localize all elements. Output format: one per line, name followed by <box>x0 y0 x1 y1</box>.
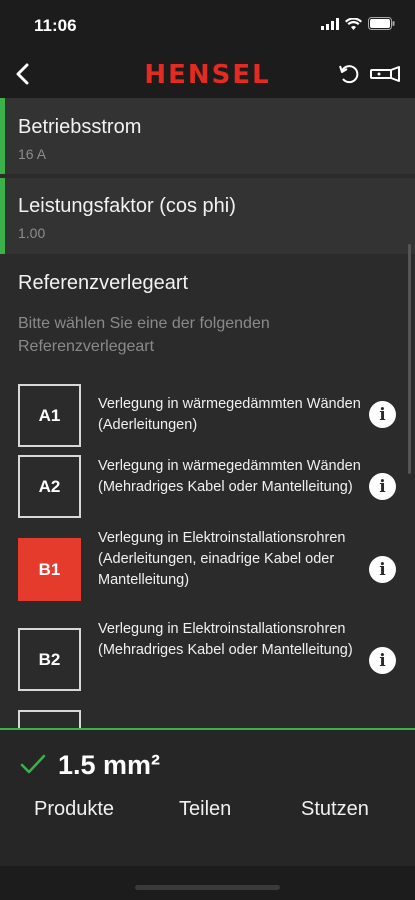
flashlight-icon <box>370 66 400 82</box>
info-button[interactable]: i <box>369 473 396 500</box>
option-code-box-selected[interactable]: B1 <box>18 538 81 601</box>
supports-button[interactable]: Stutzen <box>301 798 369 821</box>
option-description: Verlegung in wärmegedämmten Wänden (Ader… <box>98 396 361 433</box>
option-code-box-partial[interactable] <box>18 710 81 730</box>
wifi-icon <box>345 17 362 35</box>
param-label: Betriebsstrom <box>18 116 142 138</box>
info-icon: i <box>379 650 386 671</box>
option-description: Verlegung in Elektroinstallationsrohren … <box>98 530 346 588</box>
param-label: Leistungsfaktor (cos phi) <box>18 195 236 217</box>
option-b2[interactable]: B2 Verlegung in Elektroinstallationsrohr… <box>0 620 415 710</box>
option-description: Verlegung in wärmegedämmten Wänden (Mehr… <box>98 458 361 495</box>
option-code-box[interactable]: A1 <box>18 384 81 447</box>
active-indicator <box>0 98 5 174</box>
result-panel: 1.5 mm² Produkte Teilen Stutzen <box>0 728 415 868</box>
option-code-box[interactable]: A2 <box>18 455 81 518</box>
param-operating-current[interactable]: Betriebsstrom 16 A <box>0 98 415 174</box>
option-description: Verlegung in Elektroinstallationsrohren … <box>98 621 353 658</box>
info-icon: i <box>379 559 386 580</box>
share-button[interactable]: Teilen <box>179 798 231 821</box>
reset-icon <box>339 65 359 84</box>
signal-icon <box>321 17 339 35</box>
param-value: 16 A <box>18 146 47 162</box>
option-b1[interactable]: B1 Verlegung in Elektroinstallationsrohr… <box>0 530 415 620</box>
status-icons <box>321 17 395 35</box>
param-value: 1.00 <box>18 225 46 241</box>
status-bar: 11:06 <box>0 0 415 50</box>
info-button[interactable]: i <box>369 647 396 674</box>
param-power-factor[interactable]: Leistungsfaktor (cos phi) 1.00 <box>0 178 415 254</box>
info-button[interactable]: i <box>369 401 396 428</box>
result-cross-section: 1.5 mm² <box>58 750 161 780</box>
reset-button[interactable] <box>335 60 363 88</box>
info-icon: i <box>379 404 386 425</box>
info-button[interactable]: i <box>369 556 396 583</box>
section-hint: Bitte wählen Sie eine der folgenden Refe… <box>18 315 270 355</box>
check-icon <box>20 754 46 781</box>
status-time: 11:06 <box>34 16 77 35</box>
products-button[interactable]: Produkte <box>34 798 114 821</box>
option-a2[interactable]: A2 Verlegung in wärmegedämmten Wänden (M… <box>0 454 415 534</box>
section-title: Referenzverlegeart <box>18 272 189 294</box>
battery-icon <box>368 17 395 35</box>
home-indicator[interactable] <box>135 885 280 890</box>
flashlight-button[interactable] <box>369 60 403 88</box>
option-a1[interactable]: A1 Verlegung in wärmegedämmten Wänden (A… <box>0 382 415 462</box>
scrollbar[interactable] <box>408 244 411 474</box>
active-indicator <box>0 178 5 254</box>
home-area <box>0 866 415 900</box>
info-icon: i <box>379 476 386 497</box>
content-area[interactable]: Betriebsstrom 16 A Leistungsfaktor (cos … <box>0 98 415 730</box>
option-code-box[interactable]: B2 <box>18 628 81 691</box>
nav-bar: HENSEL <box>0 50 415 98</box>
